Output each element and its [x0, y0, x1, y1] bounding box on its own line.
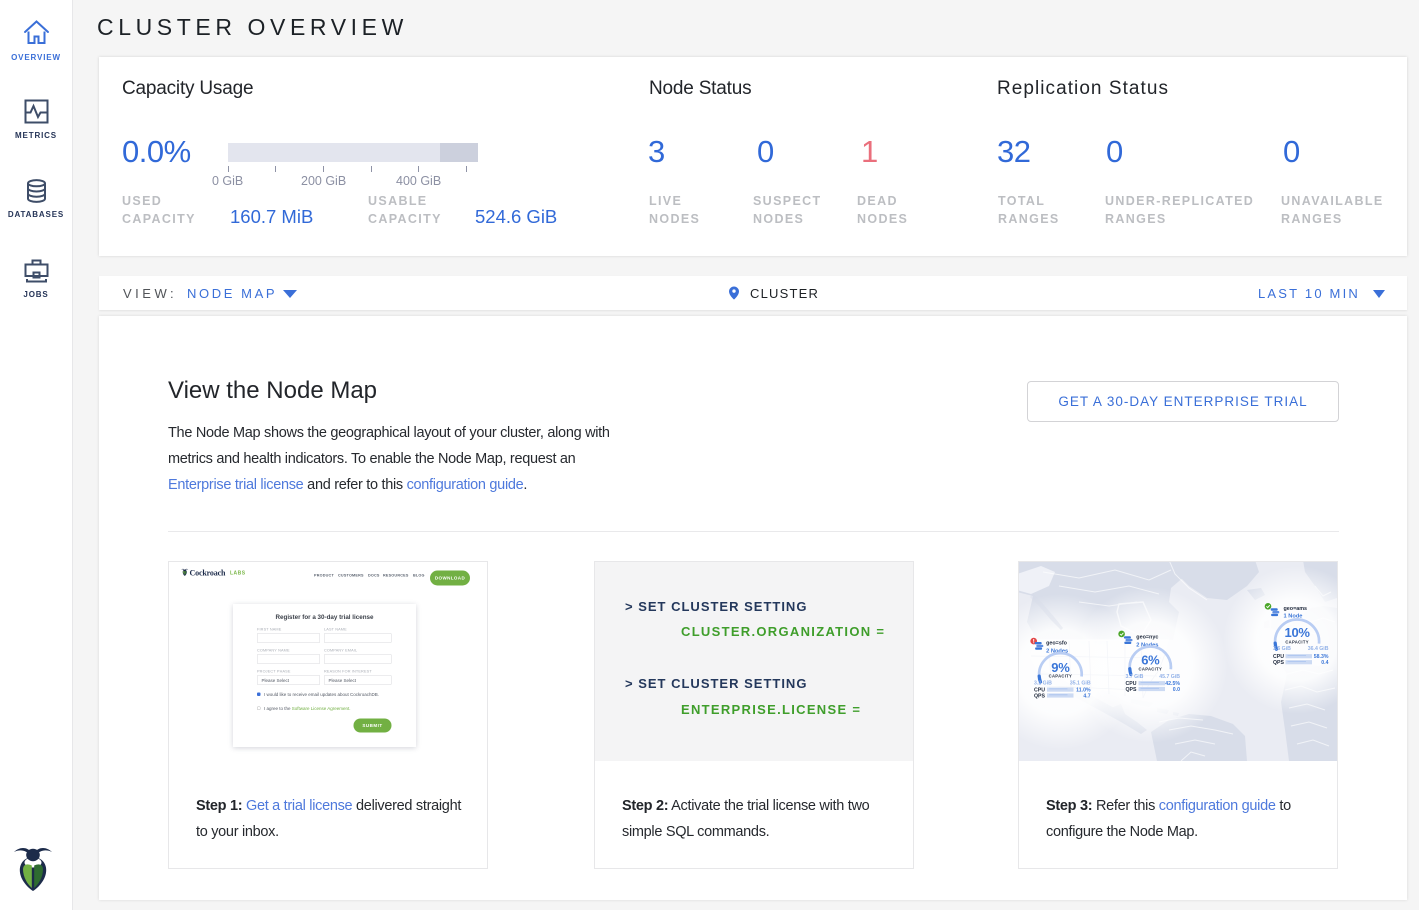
- svg-text:3.7 GiB: 3.7 GiB: [1126, 674, 1144, 680]
- svg-text:4.7: 4.7: [1083, 694, 1090, 700]
- svg-text:CAPACITY: CAPACITY: [1139, 667, 1163, 672]
- svg-text:QPS: QPS: [1126, 687, 1137, 693]
- svg-text:0.0: 0.0: [1173, 687, 1180, 693]
- svg-text:3.2 GiB: 3.2 GiB: [1034, 681, 1052, 687]
- svg-text:CAPACITY: CAPACITY: [1049, 673, 1073, 678]
- svg-text:35.1 GiB: 35.1 GiB: [1070, 681, 1091, 687]
- svg-text:6%: 6%: [1141, 653, 1160, 668]
- svg-text:3.6 GiB: 3.6 GiB: [1273, 646, 1291, 652]
- svg-text:36.4 GiB: 36.4 GiB: [1308, 646, 1329, 652]
- svg-text:45.7 GiB: 45.7 GiB: [1159, 674, 1180, 680]
- svg-text:QPS: QPS: [1034, 694, 1045, 700]
- svg-text:10%: 10%: [1285, 625, 1311, 640]
- svg-text:QPS: QPS: [1273, 660, 1284, 666]
- svg-text:0.4: 0.4: [1321, 660, 1328, 666]
- svg-text:CAPACITY: CAPACITY: [1285, 639, 1309, 644]
- svg-text:geo=nyc: geo=nyc: [1136, 635, 1158, 641]
- svg-text:geo=sfo: geo=sfo: [1046, 641, 1068, 647]
- svg-text:geo=ams: geo=ams: [1284, 606, 1308, 612]
